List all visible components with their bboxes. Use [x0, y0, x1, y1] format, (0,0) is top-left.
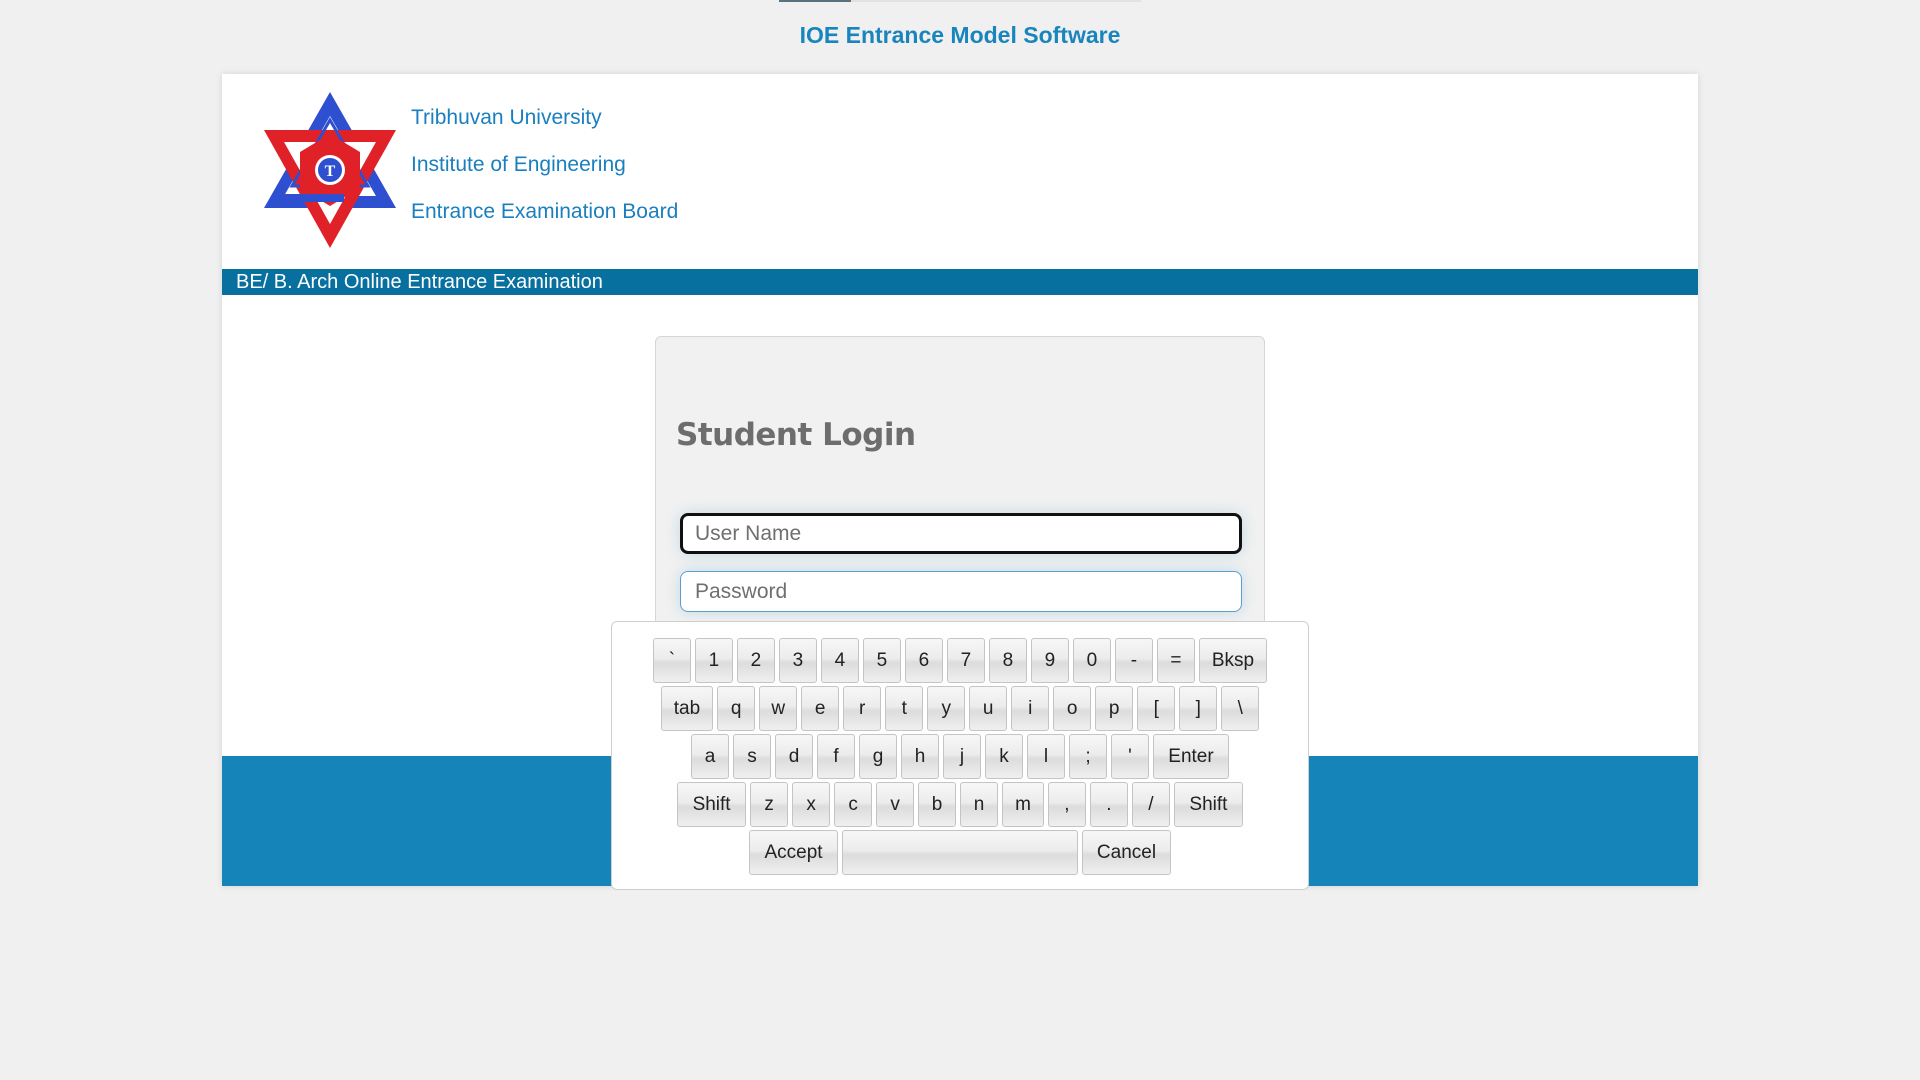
key-4[interactable]: 4 — [820, 638, 859, 683]
key-f[interactable]: f — [817, 734, 855, 779]
key-n[interactable]: n — [960, 782, 999, 827]
key-k[interactable]: k — [985, 734, 1023, 779]
key-period[interactable]: . — [1089, 782, 1128, 827]
key-z[interactable]: z — [750, 782, 789, 827]
key-left-bracket[interactable]: [ — [1137, 686, 1176, 731]
key-8[interactable]: 8 — [988, 638, 1027, 683]
app-title: IOE Entrance Model Software — [799, 22, 1121, 48]
keyboard-row-3: a s d f g h j k l ; ' Enter — [612, 734, 1308, 779]
key-comma[interactable]: , — [1047, 782, 1086, 827]
key-b[interactable]: b — [918, 782, 957, 827]
key-o[interactable]: o — [1053, 686, 1092, 731]
keyboard-row-1: ` 1 2 3 4 5 6 7 8 9 0 - = Bksp — [612, 638, 1308, 683]
key-backslash[interactable]: \ — [1221, 686, 1260, 731]
key-q[interactable]: q — [717, 686, 756, 731]
exam-title-band: BE/ B. Arch Online Entrance Examination — [222, 269, 1698, 295]
key-i[interactable]: i — [1011, 686, 1050, 731]
key-backtick[interactable]: ` — [652, 638, 691, 683]
org-institute: Institute of Engineering — [411, 153, 626, 176]
username-input[interactable] — [680, 513, 1242, 554]
key-m[interactable]: m — [1002, 782, 1044, 827]
login-panel: Student Login — [655, 336, 1265, 636]
key-s[interactable]: s — [733, 734, 771, 779]
key-backspace[interactable]: Bksp — [1198, 638, 1268, 683]
keyboard-row-4: Shift z x c v b n m , . / Shift — [612, 782, 1308, 827]
key-w[interactable]: w — [759, 686, 798, 731]
key-y[interactable]: y — [927, 686, 966, 731]
key-7[interactable]: 7 — [946, 638, 985, 683]
key-5[interactable]: 5 — [862, 638, 901, 683]
key-shift-left[interactable]: Shift — [677, 782, 747, 827]
key-space[interactable] — [842, 830, 1078, 875]
key-h[interactable]: h — [901, 734, 939, 779]
keyboard-row-2: tab q w e r t y u i o p [ ] \ — [612, 686, 1308, 731]
login-title: Student Login — [676, 417, 916, 453]
org-university: Tribhuvan University — [411, 106, 602, 129]
key-1[interactable]: 1 — [694, 638, 733, 683]
key-l[interactable]: l — [1027, 734, 1065, 779]
key-slash[interactable]: / — [1131, 782, 1170, 827]
key-9[interactable]: 9 — [1030, 638, 1069, 683]
university-logo-icon: T — [264, 92, 396, 248]
key-accept[interactable]: Accept — [749, 830, 838, 875]
virtual-keyboard: ` 1 2 3 4 5 6 7 8 9 0 - = Bksp tab q w e… — [611, 621, 1309, 890]
key-a[interactable]: a — [691, 734, 729, 779]
key-6[interactable]: 6 — [904, 638, 943, 683]
key-enter[interactable]: Enter — [1153, 734, 1229, 779]
org-board: Entrance Examination Board — [411, 200, 679, 223]
key-equals[interactable]: = — [1156, 638, 1195, 683]
key-0[interactable]: 0 — [1072, 638, 1111, 683]
org-lines: Tribhuvan University Institute of Engine… — [411, 106, 678, 247]
key-v[interactable]: v — [876, 782, 915, 827]
key-p[interactable]: p — [1095, 686, 1134, 731]
svg-text:T: T — [325, 163, 336, 180]
key-tab[interactable]: tab — [660, 686, 714, 731]
key-j[interactable]: j — [943, 734, 981, 779]
key-e[interactable]: e — [801, 686, 840, 731]
key-quote[interactable]: ' — [1111, 734, 1149, 779]
key-cancel[interactable]: Cancel — [1082, 830, 1171, 875]
key-c[interactable]: c — [834, 782, 873, 827]
key-minus[interactable]: - — [1114, 638, 1153, 683]
key-t[interactable]: t — [885, 686, 924, 731]
key-2[interactable]: 2 — [736, 638, 775, 683]
loading-bar-fill — [779, 0, 852, 2]
key-shift-right[interactable]: Shift — [1173, 782, 1243, 827]
key-right-bracket[interactable]: ] — [1179, 686, 1218, 731]
key-g[interactable]: g — [859, 734, 897, 779]
keyboard-row-5: Accept Cancel — [612, 830, 1308, 875]
key-3[interactable]: 3 — [778, 638, 817, 683]
key-r[interactable]: r — [843, 686, 882, 731]
key-semicolon[interactable]: ; — [1069, 734, 1107, 779]
key-u[interactable]: u — [969, 686, 1008, 731]
key-d[interactable]: d — [775, 734, 813, 779]
password-input[interactable] — [680, 571, 1242, 612]
key-x[interactable]: x — [792, 782, 831, 827]
loading-bar — [779, 0, 1141, 2]
